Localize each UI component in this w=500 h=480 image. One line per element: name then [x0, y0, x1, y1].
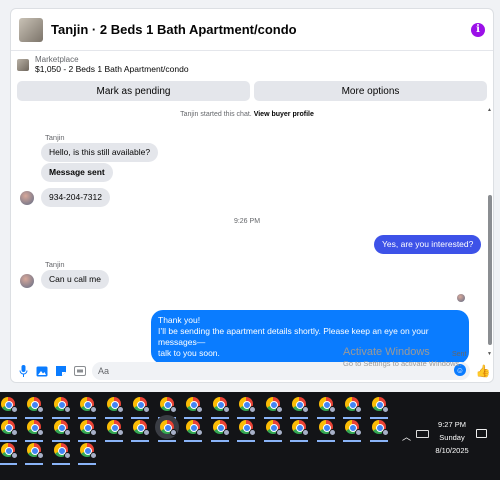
- mark-as-pending-button[interactable]: Mark as pending: [17, 81, 250, 101]
- chrome-icon[interactable]: [211, 420, 230, 442]
- sticker-icon[interactable]: [54, 364, 68, 378]
- chrome-icon[interactable]: [237, 397, 256, 419]
- listing-thumbnail[interactable]: [19, 17, 43, 42]
- chrome-icon[interactable]: [52, 443, 71, 465]
- chrome-icon[interactable]: [158, 420, 177, 442]
- message-bubble-incoming[interactable]: 934-204-7312: [41, 188, 110, 207]
- scrollbar-thumb[interactable]: [488, 195, 492, 345]
- microphone-icon[interactable]: [16, 364, 30, 378]
- message-line: I’ll be sending the apartment details sh…: [158, 326, 429, 347]
- chrome-icon[interactable]: [52, 397, 71, 419]
- info-icon[interactable]: i: [471, 22, 485, 37]
- chrome-icon[interactable]: [264, 397, 283, 419]
- message-bubble-incoming[interactable]: Hello, is this still available?: [41, 143, 159, 162]
- read-receipt-avatar: [457, 294, 465, 302]
- chrome-icon[interactable]: [290, 397, 309, 419]
- chrome-icon[interactable]: [52, 420, 71, 442]
- clock-date: 8/10/2025: [435, 446, 469, 455]
- chrome-icon[interactable]: [237, 420, 256, 442]
- chrome-icon[interactable]: [0, 397, 18, 419]
- chat-started-text: Tanjin started this chat.: [180, 111, 254, 118]
- chrome-icon[interactable]: [131, 420, 150, 442]
- notification-icon[interactable]: [476, 429, 487, 438]
- view-buyer-profile-link[interactable]: View buyer profile: [254, 111, 314, 118]
- chrome-icon[interactable]: [370, 397, 389, 419]
- chat-window: Tanjin · 2 Beds 1 Bath Apartment/condo i…: [10, 8, 494, 383]
- chrome-icon[interactable]: [343, 397, 362, 419]
- chrome-icon[interactable]: [25, 397, 44, 419]
- message-thread: Tanjin started this chat. View buyer pro…: [11, 107, 483, 364]
- watermark-subtitle: Go to Settings to activate Windows.: [343, 359, 462, 368]
- like-icon[interactable]: 👍: [476, 364, 491, 378]
- chrome-icon[interactable]: [264, 420, 283, 442]
- chrome-icon[interactable]: [158, 397, 177, 419]
- time-divider: 9:26 PM: [233, 218, 261, 225]
- chat-header: Tanjin · 2 Beds 1 Bath Apartment/condo i: [11, 9, 493, 51]
- watermark-title: Activate Windows: [343, 346, 430, 358]
- scroll-down-arrow-icon[interactable]: ▼: [487, 351, 492, 357]
- photo-icon[interactable]: [35, 364, 49, 378]
- chrome-icon[interactable]: [78, 443, 97, 465]
- chrome-icon[interactable]: [184, 397, 203, 419]
- listing-summary[interactable]: Marketplace $1,050 - 2 Beds 1 Bath Apart…: [11, 51, 493, 79]
- message-scrollbar[interactable]: ▲ ▼: [487, 107, 493, 357]
- chevron-up-icon[interactable]: ︿: [402, 430, 411, 443]
- more-options-button[interactable]: More options: [254, 81, 487, 101]
- sender-name: Tanjin: [45, 133, 65, 142]
- sender-name: Tanjin: [45, 260, 65, 269]
- listing-name: $1,050 - 2 Beds 1 Bath Apartment/condo: [35, 64, 189, 74]
- chat-title[interactable]: Tanjin · 2 Beds 1 Bath Apartment/condo: [51, 22, 471, 37]
- chrome-icon[interactable]: [370, 420, 389, 442]
- chrome-icon[interactable]: [25, 420, 44, 442]
- chrome-icon[interactable]: [343, 420, 362, 442]
- message-bubble-incoming[interactable]: Message sent: [41, 163, 113, 182]
- scroll-up-arrow-icon[interactable]: ▲: [487, 107, 492, 113]
- chrome-icon[interactable]: [184, 420, 203, 442]
- chrome-icon[interactable]: [0, 420, 18, 442]
- listing-small-thumbnail: [17, 59, 29, 71]
- chat-started-notice: Tanjin started this chat. View buyer pro…: [11, 111, 483, 118]
- clock-day: Sunday: [439, 433, 465, 442]
- chrome-icon[interactable]: [78, 397, 97, 419]
- avatar[interactable]: [20, 274, 34, 288]
- chrome-icon[interactable]: [105, 420, 124, 442]
- chrome-icon[interactable]: [25, 443, 44, 465]
- chrome-icon[interactable]: [317, 420, 336, 442]
- avatar[interactable]: [20, 191, 34, 205]
- chrome-icon[interactable]: [211, 397, 230, 419]
- chrome-icon[interactable]: [317, 397, 336, 419]
- keyboard-icon[interactable]: [416, 430, 429, 438]
- message-line: Thank you!: [158, 315, 201, 325]
- chrome-icon[interactable]: [105, 397, 124, 419]
- chrome-icon[interactable]: [131, 397, 150, 419]
- activate-windows-watermark: Activate Windows Go to Settings to activ…: [343, 346, 461, 368]
- clock-time: 9:27 PM: [438, 420, 466, 429]
- message-bubble-outgoing[interactable]: Yes, are you interested?: [374, 235, 482, 254]
- chrome-icon[interactable]: [0, 443, 18, 465]
- listing-actions: Mark as pending More options: [11, 81, 493, 101]
- chrome-icon[interactable]: [78, 420, 97, 442]
- chrome-icon[interactable]: [290, 420, 309, 442]
- message-bubble-incoming[interactable]: Can u call me: [41, 270, 109, 289]
- gif-icon[interactable]: [73, 364, 87, 378]
- system-clock[interactable]: 9:27 PM Sunday 8/10/2025: [430, 418, 474, 457]
- listing-source: Marketplace: [35, 55, 79, 64]
